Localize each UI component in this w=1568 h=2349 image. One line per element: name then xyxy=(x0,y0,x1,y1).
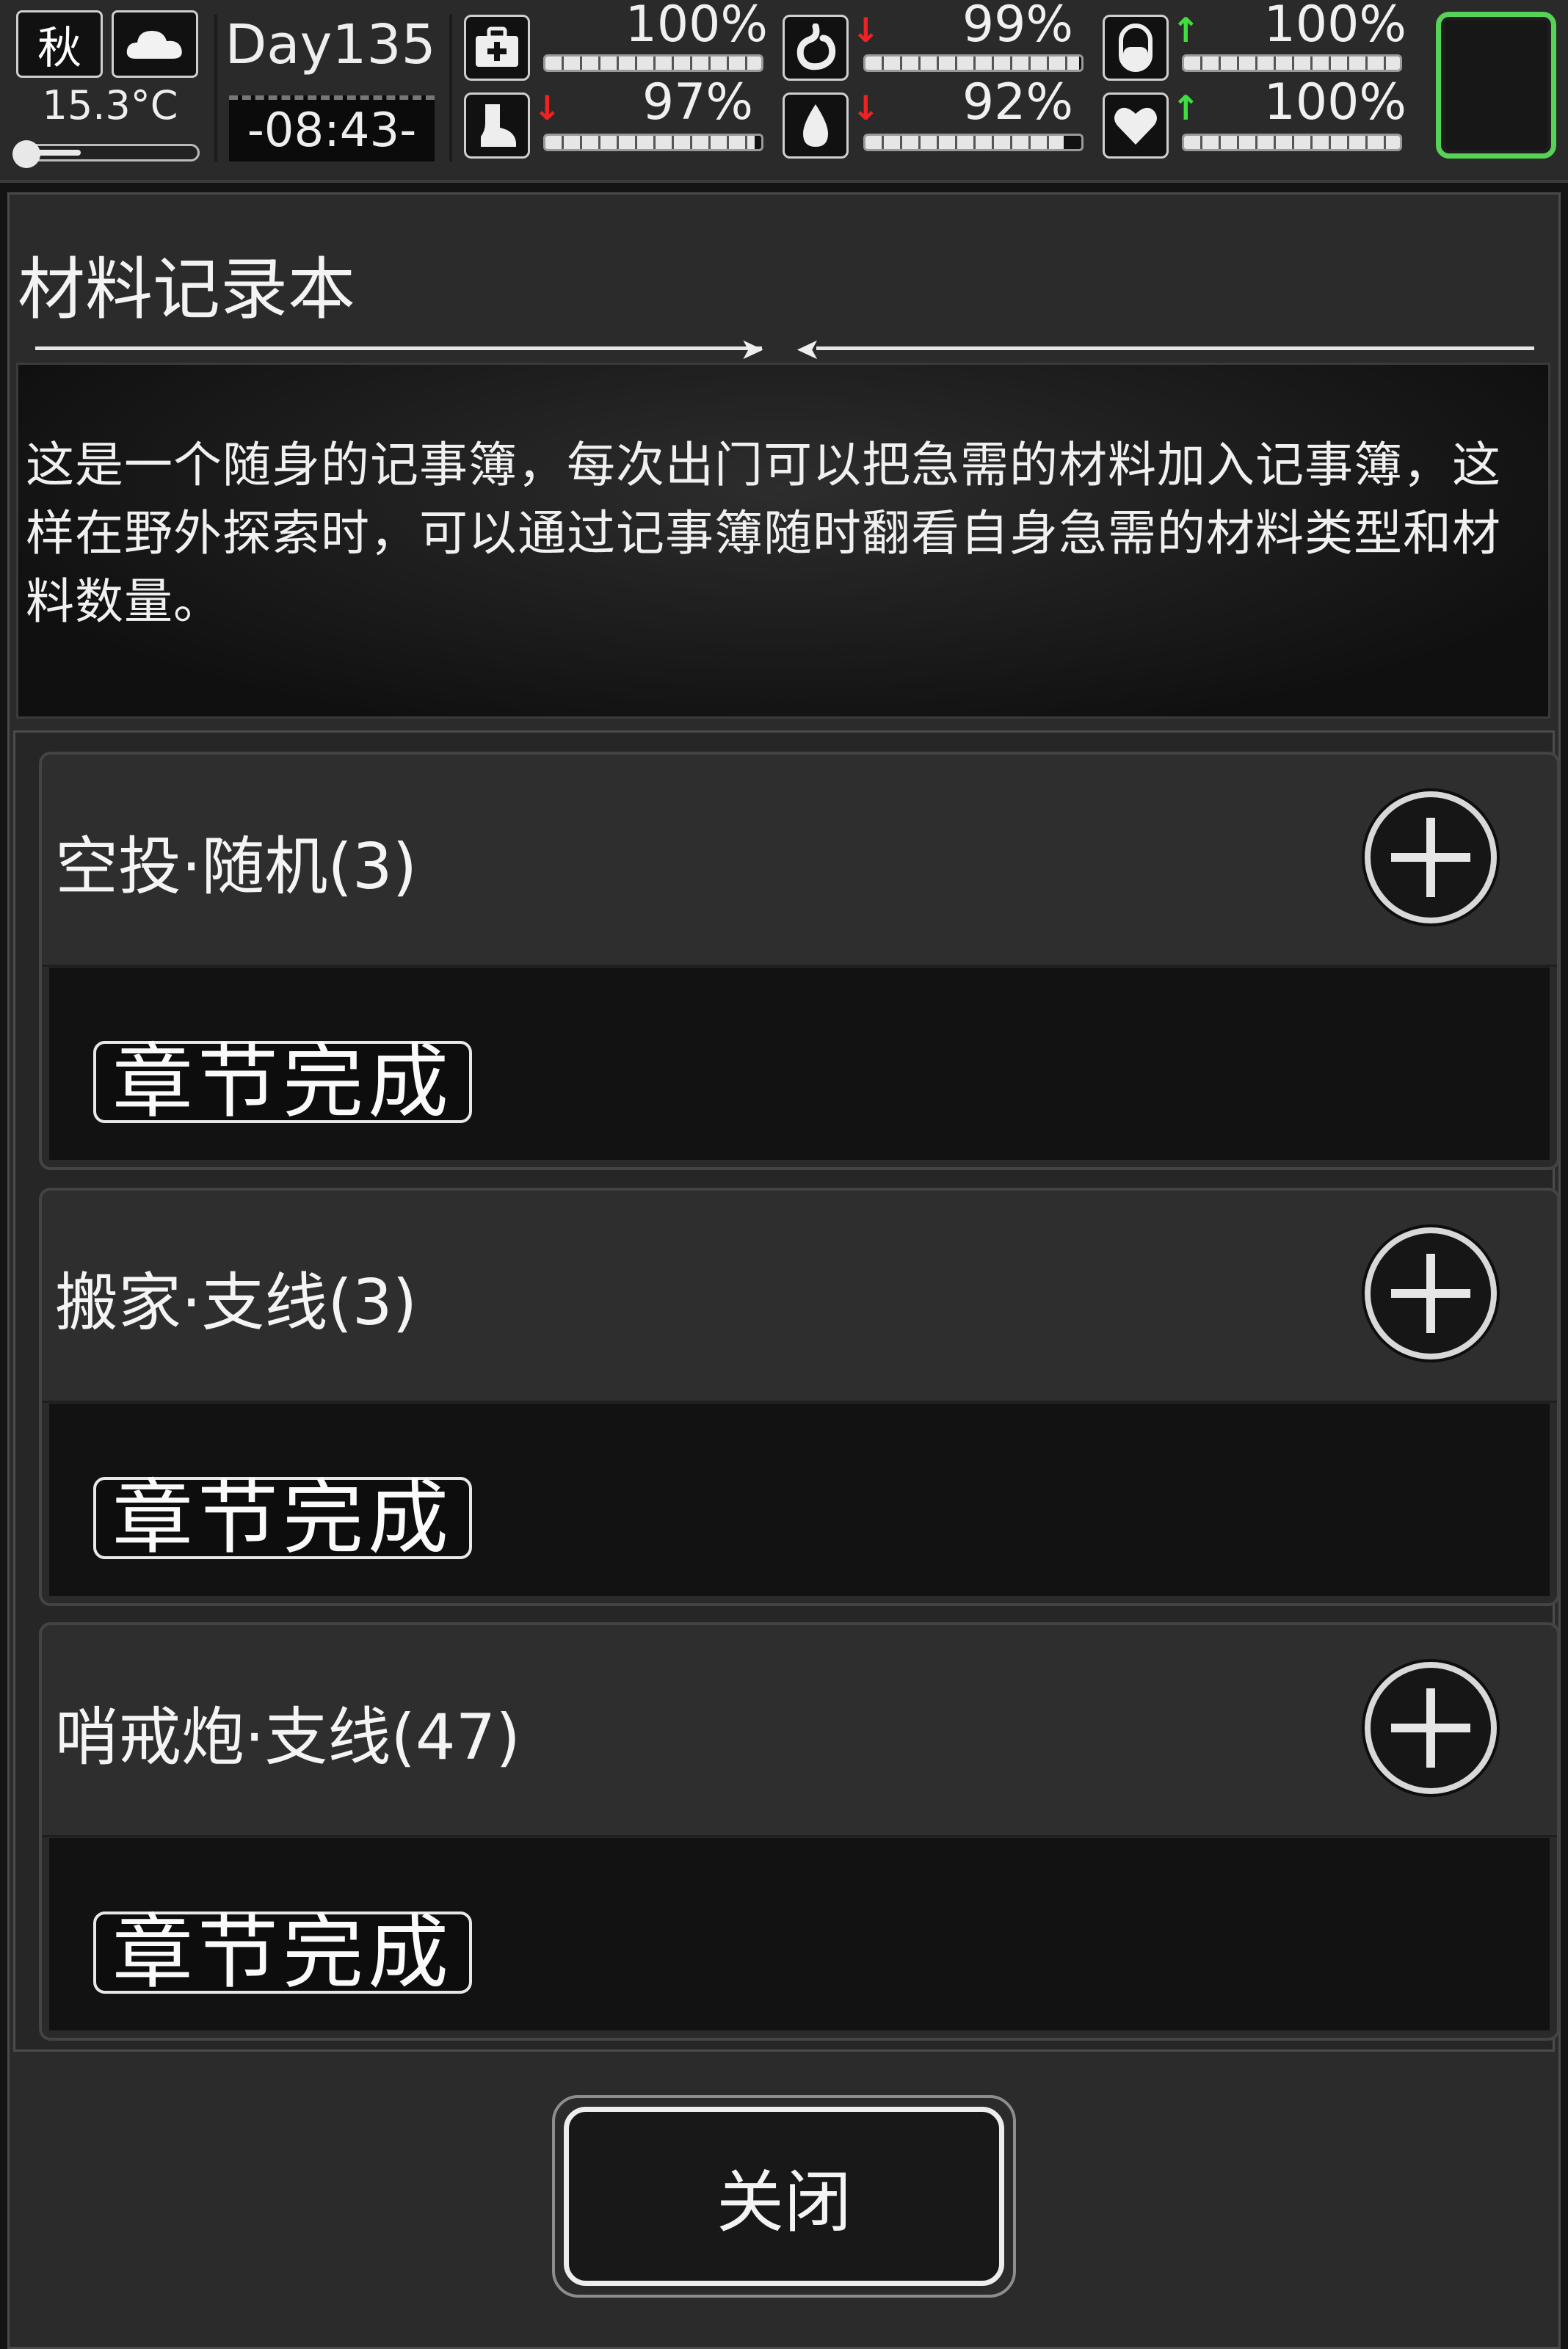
add-task-button[interactable] xyxy=(1365,791,1497,923)
season-indicator: 秋 xyxy=(16,10,103,78)
task-card-body: 章节完成 xyxy=(49,1838,1550,2030)
page-title: 材料记录本 xyxy=(18,250,356,329)
game-clock: -08:43- xyxy=(229,95,435,161)
season-label: 秋 xyxy=(37,22,81,74)
water-drop-icon xyxy=(783,92,849,159)
stamina-bar-fill xyxy=(1184,57,1400,70)
chapter-complete-badge: 章节完成 xyxy=(93,1041,472,1123)
task-card-title: 搬家·支线(3) xyxy=(55,1266,418,1340)
mood-bar xyxy=(1182,134,1402,151)
boot-icon xyxy=(464,92,530,159)
task-card-title: 哨戒炮·支线(47) xyxy=(55,1701,520,1774)
mood-bar-fill xyxy=(1184,136,1400,149)
task-card-header: 哨戒炮·支线(47) xyxy=(42,1625,1557,1837)
description-text: 这是一个随身的记事簿，每次出门可以把急需的材料加入记事簿，这样在野外探索时，可以… xyxy=(26,437,1501,630)
mood-percent: 100% xyxy=(1263,73,1407,131)
leg-percent: 97% xyxy=(642,73,753,131)
chapter-complete-badge: 章节完成 xyxy=(93,1477,472,1559)
thirst-percent: 92% xyxy=(962,73,1073,131)
pill-icon xyxy=(1103,15,1169,81)
health-bar xyxy=(543,54,763,72)
hunger-bar-fill xyxy=(865,57,1080,70)
task-card-body: 章节完成 xyxy=(49,1404,1550,1596)
title-rule-left xyxy=(35,346,762,350)
thirst-bar xyxy=(863,134,1084,151)
stamina-trend-up-icon: ↑ xyxy=(1172,10,1200,50)
stomach-icon xyxy=(783,15,849,81)
task-card: 哨戒炮·支线(47) 章节完成 xyxy=(39,1622,1560,2041)
equipment-slot[interactable] xyxy=(1436,12,1556,159)
status-hud: 秋 15.3°C Day135 -08:43- 100% ↓ 99% ↑ 100… xyxy=(0,0,1568,183)
hud-divider xyxy=(449,15,452,161)
temperature-knob xyxy=(12,140,40,168)
temperature-readout: 15.3°C xyxy=(42,82,178,128)
add-task-button[interactable] xyxy=(1365,1662,1497,1794)
stamina-bar xyxy=(1182,54,1402,72)
task-list[interactable]: 空投·随机(3) 章节完成 搬家·支线(3) 章节完成 哨戒炮·支线(47) 章… xyxy=(13,730,1560,2052)
title-rule-right xyxy=(816,346,1534,350)
task-card-body: 章节完成 xyxy=(49,967,1550,1160)
cloud-icon xyxy=(112,10,198,78)
description-box: 这是一个随身的记事簿，每次出门可以把急需的材料加入记事簿，这样在野外探索时，可以… xyxy=(16,363,1550,719)
close-button[interactable]: 关闭 xyxy=(564,2107,1004,2286)
task-card-header: 搬家·支线(3) xyxy=(42,1191,1557,1403)
chapter-complete-badge: 章节完成 xyxy=(93,1911,472,1994)
stamina-percent: 100% xyxy=(1263,0,1407,54)
medkit-icon xyxy=(464,15,530,81)
heart-icon xyxy=(1103,92,1169,159)
task-card: 空投·随机(3) 章节完成 xyxy=(39,752,1560,1170)
thirst-bar-fill xyxy=(865,136,1064,149)
task-card: 搬家·支线(3) 章节完成 xyxy=(39,1188,1560,1606)
leg-bar-fill xyxy=(545,136,755,149)
mood-trend-up-icon: ↑ xyxy=(1172,88,1200,128)
thirst-trend-down-icon: ↓ xyxy=(852,88,880,128)
plus-icon xyxy=(1391,1688,1470,1768)
temperature-bar xyxy=(12,140,200,168)
rule-arrow-right-icon: ➤ xyxy=(740,333,765,366)
day-counter: Day135 xyxy=(225,13,436,76)
hunger-trend-down-icon: ↓ xyxy=(852,10,880,50)
add-task-button[interactable] xyxy=(1365,1227,1497,1359)
hunger-bar xyxy=(863,54,1084,72)
leg-trend-down-icon: ↓ xyxy=(533,88,562,128)
task-card-title: 空投·随机(3) xyxy=(55,830,418,904)
health-percent: 100% xyxy=(625,0,768,54)
plus-icon xyxy=(1391,1254,1470,1333)
hud-divider xyxy=(214,15,217,161)
hunger-percent: 99% xyxy=(962,0,1073,54)
task-card-header: 空投·随机(3) xyxy=(42,755,1557,967)
health-bar-fill xyxy=(545,57,761,70)
leg-bar xyxy=(543,134,763,151)
plus-icon xyxy=(1391,818,1470,897)
